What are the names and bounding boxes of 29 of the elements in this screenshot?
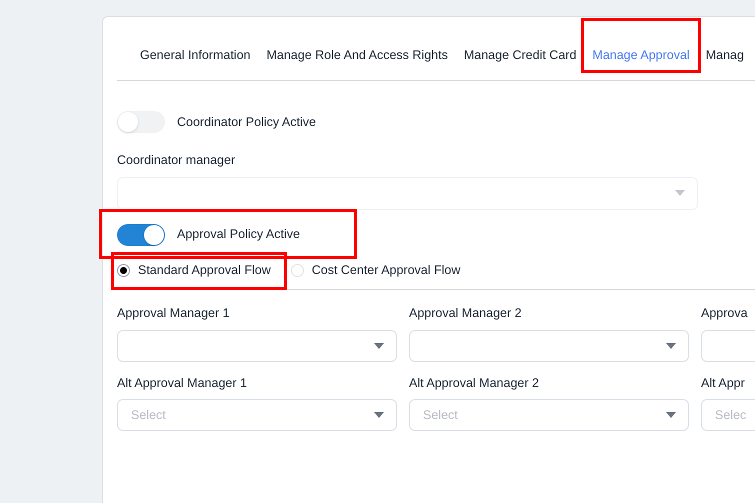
caret-icon [675,190,685,196]
toggle-switch[interactable] [117,224,165,246]
field-label: Alt Approval Manager 2 [409,374,540,392]
caret-icon [374,412,384,418]
radio-label: Standard Approval Flow [138,262,271,280]
field-label: Alt Approval Manager 1 [117,374,248,392]
tab[interactable]: Manage Role And Access Rights [266,46,448,64]
tab[interactable]: Manage Approval [592,46,690,64]
caret-icon [374,342,384,348]
select-placeholder: Selec [715,406,746,424]
tab[interactable]: Manage Credit Card [464,46,576,64]
caret-icon [666,342,676,348]
toggle-label: Approval Policy Active [177,226,300,244]
field-label: Alt Appr [701,374,746,392]
select-placeholder: Select [423,406,458,424]
manager-select[interactable] [409,330,689,362]
manager-select[interactable] [117,330,397,362]
field-label: Approva [701,304,749,322]
radio-label: Cost Center Approval Flow [312,262,460,280]
field-label: Coordinator manager [117,152,236,169]
tab[interactable]: Manag [706,46,744,64]
radio-button[interactable] [117,264,130,278]
field-label: Approval Manager 2 [409,304,523,322]
select-placeholder: Select [131,406,166,424]
toggle-switch[interactable] [117,111,165,133]
toggle-label: Coordinator Policy Active [177,114,316,131]
caret-icon [666,412,676,418]
field-label: Approval Manager 1 [117,304,231,322]
tab[interactable]: General Information [140,46,250,64]
